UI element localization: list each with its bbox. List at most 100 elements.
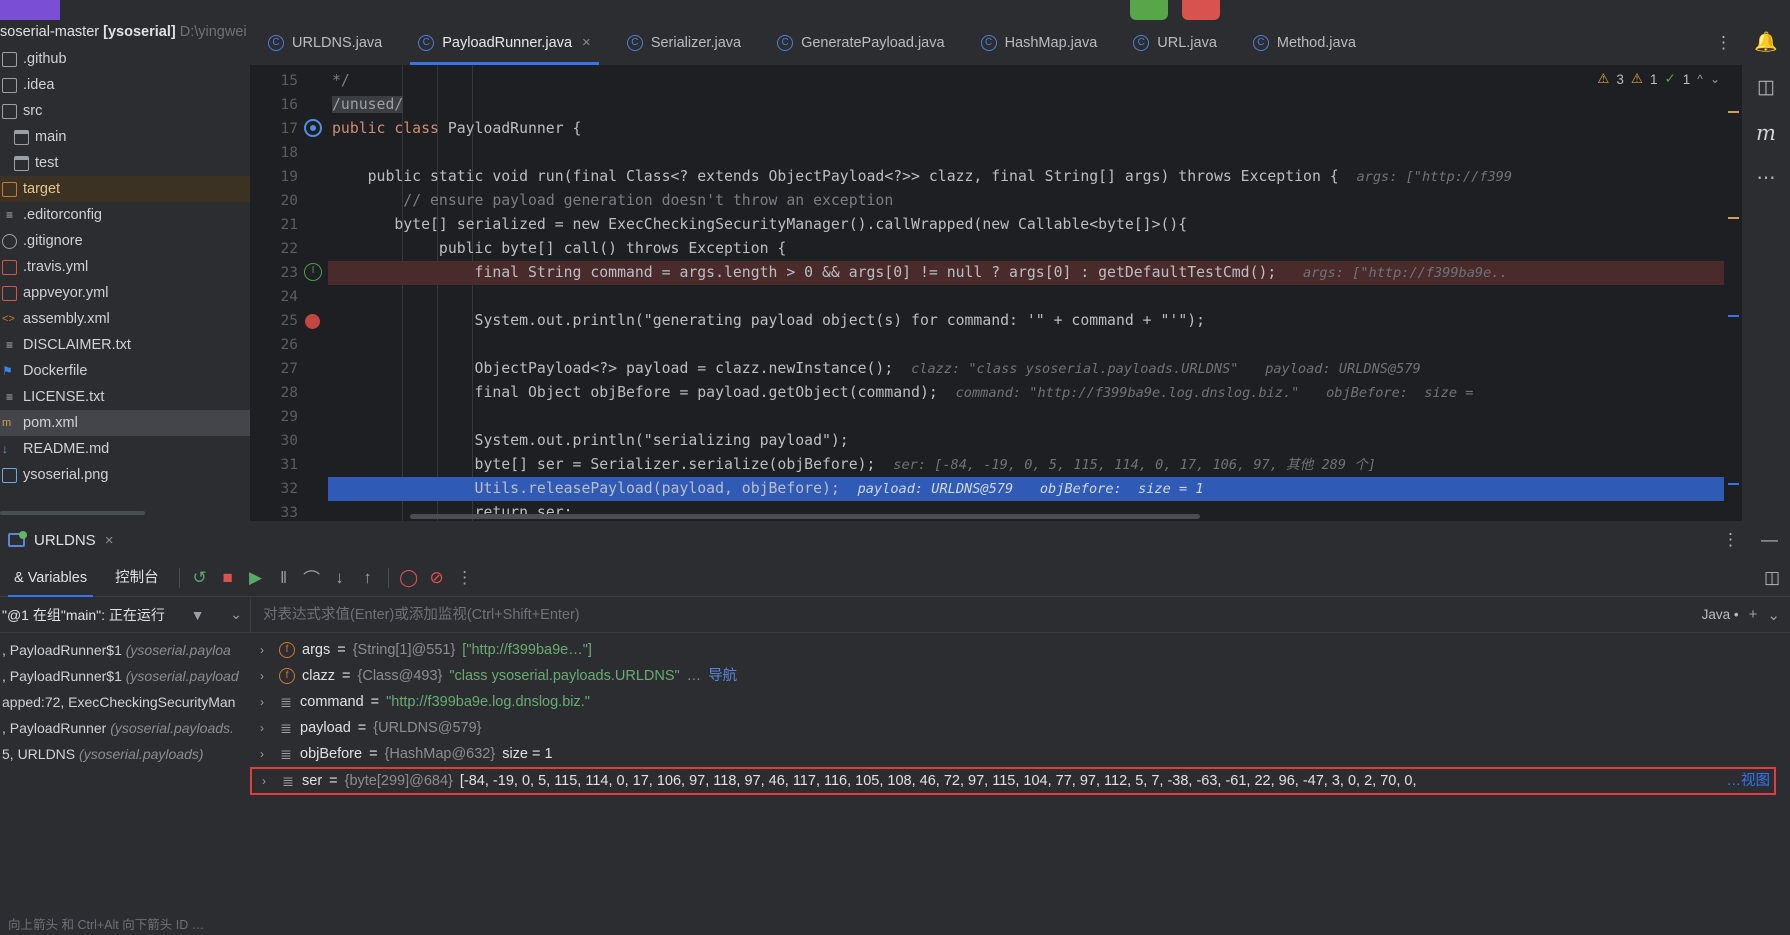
editor-tab-generatepayload-java[interactable]: C GeneratePayload.java (759, 20, 963, 65)
tree-item--github[interactable]: .github (0, 46, 250, 72)
chevron-down-icon[interactable]: ⌄ (1767, 606, 1790, 624)
filter-icon[interactable]: ▼ (191, 607, 205, 623)
editor-tab-hashmap-java[interactable]: C HashMap.java (963, 20, 1116, 65)
stop-indicator-red[interactable] (1182, 0, 1220, 20)
variable-row-args[interactable]: › f args = {String[1]@551} ["http://f399ba9e…… (250, 637, 1790, 663)
expand-arrow-icon[interactable]: › (260, 741, 272, 767)
thread-selector[interactable]: "@1 在组"main": 正在运行 (0, 605, 165, 625)
tree-item-license-txt[interactable]: ≡ LICENSE.txt (0, 384, 250, 410)
tree-item-appveyor-yml[interactable]: appveyor.yml (0, 280, 250, 306)
view-text-link[interactable]: …视图 (1727, 768, 1775, 794)
code-editor[interactable]: 1516171819202122232425262728293031323334… (250, 65, 1742, 521)
editor-tabs-more-icon[interactable]: ⋮ (1715, 33, 1732, 53)
variable-row-payload[interactable]: › ≣ payload = {URLDNS@579} (250, 715, 1790, 741)
tree-item-src[interactable]: src (0, 98, 250, 124)
editor-tab-url-java[interactable]: C URL.java (1115, 20, 1235, 65)
tree-item-test[interactable]: test (0, 150, 250, 176)
more-options-icon[interactable]: ⋮ (451, 568, 479, 588)
variable-row-clazz[interactable]: › f clazz = {Class@493} "class ysoserial.payl… (250, 663, 1790, 689)
more-tools-icon[interactable]: ⋯ (1757, 167, 1776, 190)
editor-tab-payloadrunner-java[interactable]: C PayloadRunner.java × (400, 20, 609, 65)
chevron-down-icon[interactable]: ⌄ (230, 606, 242, 623)
debug-tool-window: URLDNS × ⋮ — & Variables 控制台 ↺ ■ ▶ ‖ ⌒ ↓… (0, 521, 1790, 911)
variables-list: › f args = {String[1]@551} ["http://f399ba9e…… (250, 637, 1790, 795)
editor-tab-urldns-java[interactable]: C URLDNS.java (250, 20, 400, 65)
stack-frame-row[interactable]: 5, URLDNS (ysoserial.payloads) (0, 741, 250, 767)
editor-tab-method-java[interactable]: C Method.java (1235, 20, 1374, 65)
prev-problem-icon[interactable]: ^ (1697, 72, 1703, 86)
next-problem-icon[interactable]: ⌄ (1710, 72, 1720, 86)
tree-item-ysoserial-png[interactable]: ysoserial.png (0, 462, 250, 488)
inspection-marker[interactable] (1728, 217, 1739, 219)
step-into-icon[interactable]: ↓ (326, 568, 354, 588)
step-out-icon[interactable]: ↑ (354, 568, 382, 588)
resume-icon[interactable]: ▶ (242, 568, 270, 588)
pause-icon[interactable]: ‖ (270, 568, 298, 588)
step-over-icon[interactable]: ⌒ (298, 565, 326, 590)
database-icon[interactable]: ◫ (1757, 76, 1775, 99)
expand-arrow-icon[interactable]: › (260, 715, 272, 741)
run-indicator-green[interactable] (1130, 0, 1168, 20)
run-gutter-icon[interactable] (304, 119, 322, 137)
tree-item-main[interactable]: main (0, 124, 250, 150)
language-selector[interactable]: Java • (1702, 607, 1749, 622)
navigate-link[interactable]: 导航 (708, 663, 737, 689)
inspection-stripe[interactable] (1724, 65, 1742, 521)
expand-arrow-icon[interactable]: › (260, 663, 272, 689)
stack-frame-row[interactable]: apped:72, ExecCheckingSecurityMan (0, 689, 250, 715)
disable-breakpoints-icon[interactable]: ⊘ (423, 568, 451, 588)
notifications-icon[interactable]: 🔔 (1754, 30, 1778, 54)
stack-frame-row[interactable]: , PayloadRunner$1 (ysoserial.payloa (0, 637, 250, 663)
project-tree: .github .idea src main test target ≡ .editorcon… (0, 46, 250, 488)
variable-row-command[interactable]: › ≣ command = "http://f399ba9e.log.dnslog.bi… (250, 689, 1790, 715)
tree-item-readme-md[interactable]: ↓ README.md (0, 436, 250, 462)
inspection-marker[interactable] (1728, 111, 1739, 113)
tree-item--editorconfig[interactable]: ≡ .editorconfig (0, 202, 250, 228)
rerun-icon[interactable]: ↺ (186, 568, 214, 588)
minimize-icon[interactable]: — (1761, 530, 1778, 550)
tree-item-target[interactable]: target (0, 176, 250, 202)
implementation-gutter-icon[interactable]: I (304, 263, 322, 281)
variable-ref: {URLDNS@579} (373, 720, 482, 736)
debug-session-tab[interactable]: URLDNS × (8, 531, 114, 549)
tree-item--gitignore[interactable]: .gitignore (0, 228, 250, 254)
editor-tab-serializer-java[interactable]: C Serializer.java (609, 20, 759, 65)
tree-item--travis-yml[interactable]: .travis.yml (0, 254, 250, 280)
close-icon[interactable]: × (582, 34, 591, 51)
variables-panel[interactable]: › f args = {String[1]@551} ["http://f399ba9e…… (250, 633, 1790, 911)
project-root-label[interactable]: soserial-master [ysoserial] D:\yingwei (0, 20, 250, 46)
editor-horizontal-scrollbar[interactable] (410, 514, 1200, 519)
expand-arrow-icon[interactable]: › (262, 768, 274, 794)
stack-frame-row[interactable]: , PayloadRunner (ysoserial.payloads. (0, 715, 250, 741)
expand-arrow-icon[interactable]: › (260, 689, 272, 715)
stack-frame-row[interactable]: , PayloadRunner$1 (ysoserial.payload (0, 663, 250, 689)
code-lines[interactable]: */ /unused/ public class PayloadRunner {… (328, 65, 1742, 521)
frames-panel[interactable]: , PayloadRunner$1 (ysoserial.payloa, Pay… (0, 633, 250, 911)
breakpoint-icon[interactable] (305, 314, 320, 329)
expand-arrow-icon[interactable]: › (260, 637, 272, 663)
tab-console[interactable]: 控制台 (101, 559, 173, 597)
maven-icon[interactable]: m (1756, 121, 1776, 145)
project-hscrollbar[interactable] (0, 511, 145, 515)
yaml-icon (2, 285, 17, 301)
tree-item-disclaimer-txt[interactable]: ≡ DISCLAIMER.txt (0, 332, 250, 358)
editor-gutter[interactable]: 1516171819202122232425262728293031323334… (250, 65, 328, 521)
more-options-icon[interactable]: ⋮ (1722, 530, 1739, 550)
mute-breakpoints-icon[interactable]: ◯ (395, 568, 423, 588)
add-watch-icon[interactable]: + (1749, 606, 1768, 623)
inspection-marker[interactable] (1728, 483, 1739, 485)
tab-variables[interactable]: & Variables (0, 559, 101, 597)
variable-row-objBefore[interactable]: › ≣ objBefore = {HashMap@632} size = 1 (250, 741, 1790, 767)
tree-item--idea[interactable]: .idea (0, 72, 250, 98)
variable-name: objBefore (300, 746, 363, 762)
variable-row-ser[interactable]: › ≣ ser = {byte[299]@684} [-84, -19, 0, 5, 11… (250, 767, 1776, 795)
inspection-marker[interactable] (1728, 315, 1739, 317)
tree-item-pom-xml[interactable]: m pom.xml (0, 410, 250, 436)
close-icon[interactable]: × (105, 532, 114, 549)
editor-inspection-status[interactable]: ⚠ 3 ⚠ 1 ✓ 1 ^ ⌄ (1597, 71, 1720, 87)
stop-icon[interactable]: ■ (214, 568, 242, 588)
evaluate-expression-input[interactable]: 对表达式求值(Enter)或添加监视(Ctrl+Shift+Enter) (250, 596, 1702, 633)
tree-item-dockerfile[interactable]: ⚑ Dockerfile (0, 358, 250, 384)
tree-item-assembly-xml[interactable]: <> assembly.xml (0, 306, 250, 332)
layout-settings-icon[interactable]: ◫ (1764, 568, 1780, 588)
